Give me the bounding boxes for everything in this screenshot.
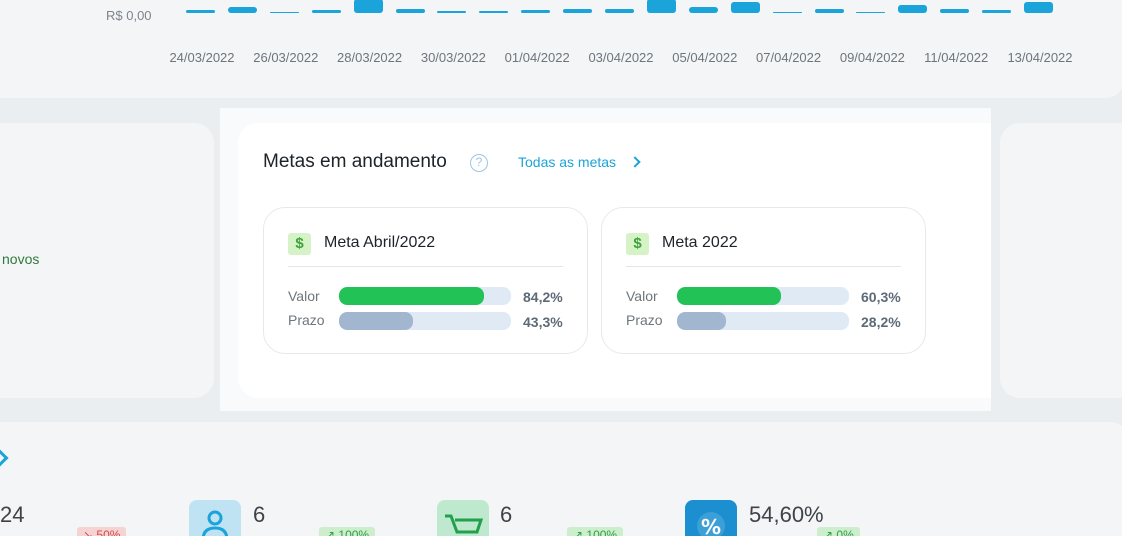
stat-value-margin: 54,60%: [749, 502, 824, 527]
prazo-progress-bar: [339, 312, 511, 330]
x-axis-date-label: 07/04/2022: [756, 50, 822, 65]
stats-card: [0, 422, 1122, 536]
chart-bar: [521, 10, 551, 13]
chart-bar: [688, 7, 718, 13]
chart-bar: [730, 2, 760, 13]
prazo-percentage: 28,2%: [861, 314, 901, 330]
chart-bar: [814, 9, 844, 13]
stat-badge-margin: ↗ 0%: [817, 527, 860, 536]
stat-badge-quantity: ↘ 50%: [77, 527, 127, 536]
x-axis-date-label: 26/03/2022: [253, 50, 319, 65]
prazo-label: Prazo: [288, 312, 325, 328]
x-axis-date-label: 09/04/2022: [839, 50, 905, 65]
divider: [288, 266, 563, 267]
svg-text:%: %: [701, 515, 721, 536]
chart-bar: [1024, 2, 1053, 13]
valor-progress-fill: [677, 287, 781, 305]
valor-percentage: 84,2%: [523, 289, 563, 305]
goal-card-2022[interactable]: $ Meta 2022 Valor 60,3% Prazo 28,2%: [601, 207, 926, 354]
chart-bar: [227, 7, 257, 13]
goal-name: Meta 2022: [662, 234, 738, 251]
stat-value-orders: 6: [500, 502, 513, 527]
novos-label: novos: [2, 251, 40, 267]
all-goals-link[interactable]: Todas as metas: [518, 154, 616, 170]
divider: [626, 266, 901, 267]
cart-icon: [437, 500, 489, 536]
chart-bar: [311, 10, 341, 13]
chart-bars: [0, 0, 1122, 20]
stat-value-clients: 6: [253, 502, 266, 527]
x-axis-date-label: 03/04/2022: [588, 50, 654, 65]
panel-title: Metas em andamento: [263, 151, 447, 172]
chart-bar: [437, 11, 467, 13]
chart-bar: [898, 5, 928, 13]
x-axis-date-label: 13/04/2022: [1007, 50, 1073, 65]
chart-bar: [186, 10, 215, 13]
chart-bar: [940, 9, 970, 13]
prazo-progress-fill: [677, 312, 726, 330]
chart-bar: [563, 9, 593, 13]
x-axis-date-label: 28/03/2022: [337, 50, 403, 65]
chart-bar: [772, 12, 802, 13]
valor-progress-bar: [677, 287, 849, 305]
valor-percentage: 60,3%: [861, 289, 901, 305]
prazo-progress-bar: [677, 312, 849, 330]
chart-bar: [395, 9, 425, 13]
chart-bar: [269, 12, 299, 13]
stat-value-quantity: 24: [0, 502, 25, 527]
question-circle-icon[interactable]: ?: [470, 154, 488, 172]
goal-name: Meta Abril/2022: [324, 234, 436, 251]
chart-bar: [856, 12, 886, 13]
stat-badge-clients: ↗ 100%: [319, 527, 376, 536]
goal-card-april[interactable]: $ Meta Abril/2022 Valor 84,2% Prazo 43,3…: [263, 207, 588, 354]
x-axis-date-label: 11/04/2022: [924, 50, 989, 65]
chart-bar: [353, 0, 383, 13]
user-icon: [189, 500, 241, 536]
right-summary-card: [1000, 123, 1122, 398]
chart-bar: [646, 0, 676, 13]
stat-badge-orders: ↗ 100%: [567, 527, 624, 536]
prazo-percentage: 43,3%: [523, 314, 563, 330]
prazo-progress-fill: [339, 312, 414, 330]
x-axis-date-label: 30/03/2022: [420, 50, 486, 65]
chart-bar: [982, 10, 1012, 13]
valor-progress-fill: [339, 287, 484, 305]
valor-label: Valor: [288, 288, 320, 304]
valor-label: Valor: [626, 288, 658, 304]
x-axis-date-label: 05/04/2022: [672, 50, 738, 65]
dollar-icon: $: [626, 233, 649, 255]
chart-bar: [605, 9, 634, 13]
dollar-icon: $: [288, 233, 311, 255]
percent-icon: %: [685, 500, 737, 536]
valor-progress-bar: [339, 287, 511, 305]
prazo-label: Prazo: [626, 312, 663, 328]
x-axis-date-label: 24/03/2022: [169, 50, 235, 65]
chart-bar: [479, 11, 509, 13]
x-axis-date-label: 01/04/2022: [504, 50, 570, 65]
